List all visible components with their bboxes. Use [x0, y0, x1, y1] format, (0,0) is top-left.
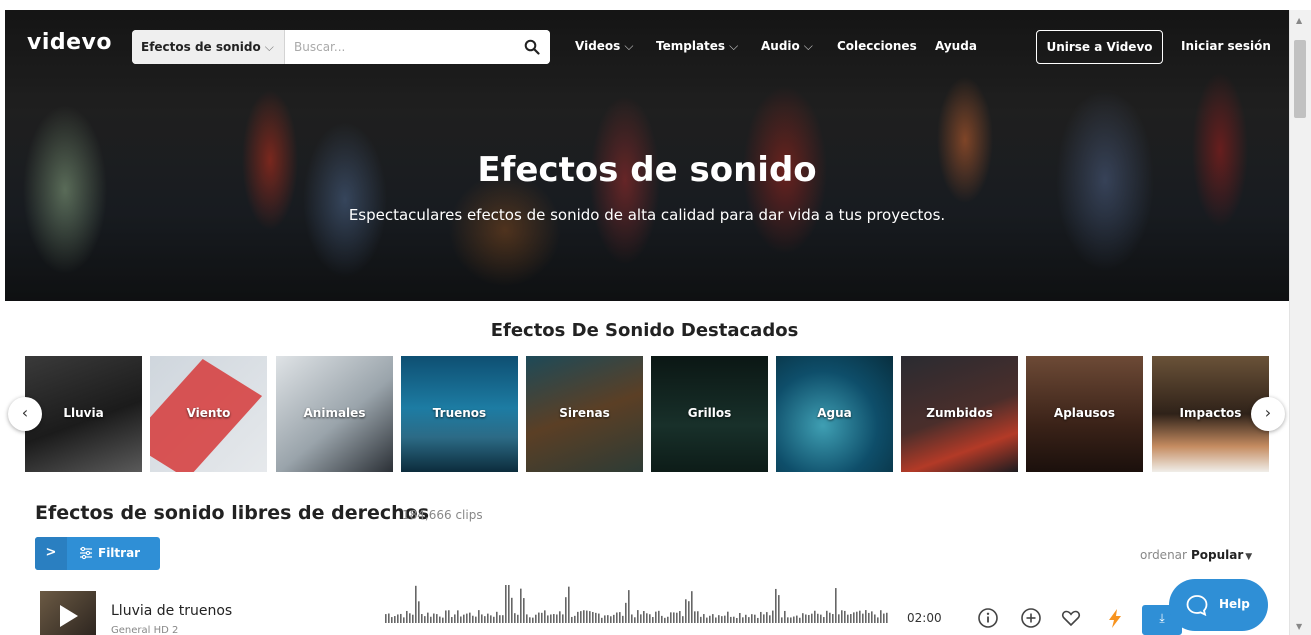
- filter-label: Filtrar: [98, 546, 141, 560]
- search-category-dropdown[interactable]: Efectos de sonido ⌵: [132, 30, 285, 64]
- category-label: Zumbidos: [926, 406, 993, 420]
- category-tile-sirenas[interactable]: Sirenas: [526, 356, 643, 472]
- featured-title: Efectos De Sonido Destacados: [490, 320, 799, 341]
- category-tile-grillos[interactable]: Grillos: [651, 356, 768, 472]
- category-tile-animales[interactable]: Animales: [276, 356, 393, 472]
- clip-count: 184,666 clips: [402, 508, 483, 522]
- download-icon: ⤓: [1159, 611, 1165, 625]
- info-icon[interactable]: [977, 607, 999, 629]
- search-input[interactable]: [285, 30, 515, 64]
- join-button[interactable]: Unirse a Videvo: [1036, 30, 1163, 64]
- help-label: Help: [1219, 597, 1250, 611]
- heart-icon[interactable]: [1060, 607, 1082, 629]
- help-widget-button[interactable]: Help: [1169, 579, 1268, 631]
- chevron-down-icon: ⌵: [729, 39, 739, 53]
- top-navigation: videvo Efectos de sonido⌵ Videos⌵ Templa…: [5, 10, 1289, 70]
- chevron-left-icon: ‹: [21, 403, 29, 422]
- play-icon: [60, 605, 78, 627]
- clip-waveform[interactable]: [385, 585, 890, 635]
- category-tile-viento[interactable]: Viento: [150, 356, 267, 472]
- top-strip: [0, 0, 1311, 10]
- scroll-down-icon[interactable]: ▼: [1296, 622, 1302, 631]
- add-to-collection-icon[interactable]: [1020, 607, 1042, 629]
- category-label: Animales: [303, 406, 366, 420]
- category-tile-truenos[interactable]: Truenos: [401, 356, 518, 472]
- chevron-down-icon: ⌵: [264, 40, 274, 54]
- clip-collection[interactable]: General HD 2: [111, 625, 178, 635]
- videvo-logo[interactable]: videvo: [27, 30, 112, 55]
- category-tile-agua[interactable]: Agua: [776, 356, 893, 472]
- nav-templates-label: Templates: [656, 39, 726, 53]
- search-button[interactable]: [518, 30, 550, 64]
- category-label: Sirenas: [559, 406, 610, 420]
- category-tile-zumbidos[interactable]: Zumbidos: [901, 356, 1018, 472]
- category-label: Grillos: [687, 406, 732, 420]
- page-scrollbar[interactable]: ▲ ▼: [1289, 10, 1311, 635]
- category-label: Viento: [186, 406, 231, 420]
- search-category-label: Efectos de sonido: [141, 40, 261, 54]
- nav-templates[interactable]: Templates ⌵: [656, 39, 738, 54]
- chat-bubble-icon: [1186, 595, 1208, 616]
- clip-row: Lluvia de truenos General HD 2 02:00 ⤓: [35, 585, 1275, 635]
- chevron-down-icon: ⌵: [624, 39, 634, 53]
- clip-duration: 02:00: [907, 611, 942, 625]
- list-title: Efectos de sonido libres de derechos: [35, 502, 430, 524]
- category-label: Aplausos: [1053, 406, 1116, 420]
- sort-prefix: ordenar: [1140, 548, 1187, 562]
- nav-ayuda[interactable]: Ayuda: [935, 39, 977, 53]
- nav-colecciones[interactable]: Colecciones: [837, 39, 917, 53]
- sliders-icon: [80, 546, 92, 560]
- hero-subtitle: Espectaculares efectos de sonido de alta…: [348, 206, 946, 224]
- chevron-right-icon: ›: [1264, 403, 1272, 422]
- chevron-right-icon: >: [35, 537, 67, 570]
- search-icon: [524, 39, 540, 55]
- category-tile-lluvia[interactable]: Lluvia: [25, 356, 142, 472]
- scroll-up-icon[interactable]: ▲: [1296, 16, 1302, 25]
- category-label: Lluvia: [63, 406, 104, 420]
- filter-button[interactable]: > Filtrar: [35, 537, 160, 570]
- lightning-icon[interactable]: [1104, 607, 1126, 629]
- category-label: Agua: [817, 406, 852, 420]
- nav-audio-label: Audio: [761, 39, 800, 53]
- caret-down-icon: ▼: [1245, 552, 1253, 562]
- nav-audio[interactable]: Audio ⌵: [761, 39, 813, 54]
- hero-title: Efectos de sonido: [477, 150, 817, 190]
- search-bar: Efectos de sonido ⌵: [132, 30, 550, 64]
- nav-videos[interactable]: Videos ⌵: [575, 39, 633, 54]
- carousel-prev-button[interactable]: ‹: [8, 397, 42, 431]
- category-label: Truenos: [432, 406, 487, 420]
- chevron-down-icon: ⌵: [803, 39, 813, 53]
- category-tile-aplausos[interactable]: Aplausos: [1026, 356, 1143, 472]
- login-link[interactable]: Iniciar sesión: [1181, 39, 1271, 53]
- clip-title[interactable]: Lluvia de truenos: [111, 603, 232, 619]
- scrollbar-thumb[interactable]: [1294, 40, 1306, 118]
- nav-videos-label: Videos: [575, 39, 621, 53]
- clip-play-button[interactable]: [40, 591, 96, 635]
- sort-value: Popular: [1190, 548, 1244, 562]
- sort-dropdown[interactable]: ordenar Popular ▼: [1140, 548, 1252, 562]
- carousel-next-button[interactable]: ›: [1251, 397, 1285, 431]
